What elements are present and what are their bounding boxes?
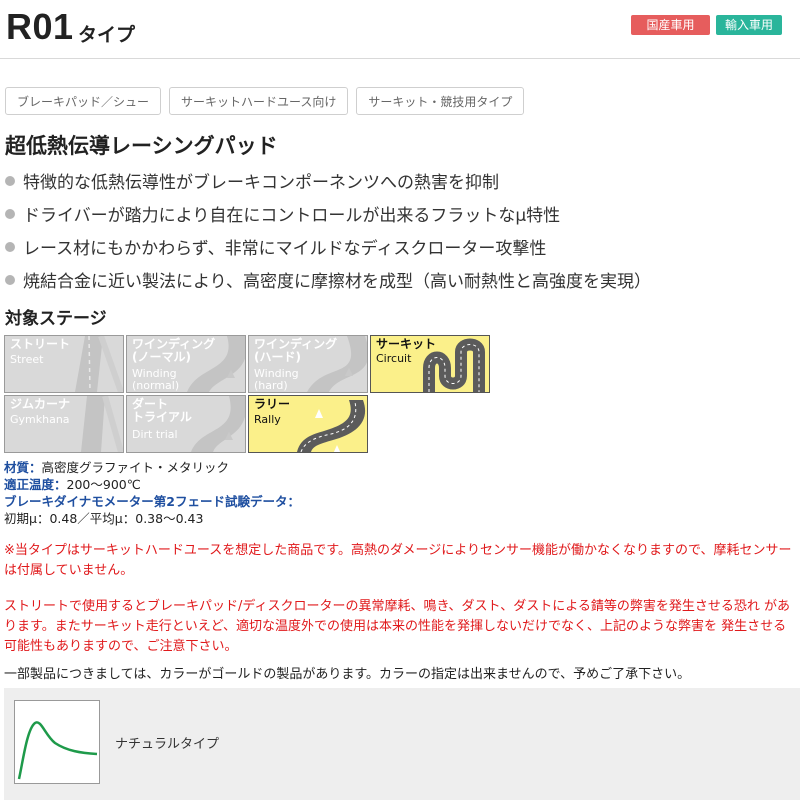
stage-label-en: Winding (normal) <box>132 367 180 392</box>
spec-dyno-value: 初期μ：0.48／平均μ：0.38〜0.43 <box>4 511 204 526</box>
bullet-icon <box>5 175 15 186</box>
stage-rally: ラリー Rally <box>248 395 368 453</box>
feature-text: 特徴的な低熱伝導性がブレーキコンポーネンツへの熱害を抑制 <box>23 173 499 193</box>
badge-import: 輸入車用 <box>716 15 782 35</box>
stage-label-en: Winding (hard) <box>254 367 299 392</box>
tag-circuit-competition[interactable]: サーキット・競技用タイプ <box>356 87 525 115</box>
warning-sensor: ※当タイプはサーキットハードユースを想定した商品です。高熱のダメージによりセンサ… <box>4 543 792 578</box>
feature-item: レース材にもかかわらず、非常にマイルドなディスクローター攻撃性 <box>5 230 651 263</box>
model-name: R01 <box>6 6 74 47</box>
stage-label-jp: ラリー <box>254 397 291 411</box>
stage-label-jp: ワインディング (ハード) <box>254 337 338 364</box>
tag-circuit-hard-use[interactable]: サーキットハードユース向け <box>169 87 349 115</box>
spec-label: 適正温度： <box>4 477 67 492</box>
product-header: R01 タイプ 国産車用 輸入車用 <box>0 0 800 59</box>
stage-section-title: 対象ステージ <box>5 309 107 329</box>
stage-dirt-trial: ダート トライアル Dirt trial <box>126 395 246 453</box>
stage-label-en: Circuit <box>376 352 412 365</box>
spec-dyno-label: ブレーキダイナモメーター第2フェード試験データ： <box>4 494 300 509</box>
stage-grid: ストリート Street ワインディング (ノーマル) Winding (nor… <box>4 335 494 453</box>
stage-label-en: Street <box>10 353 44 366</box>
feature-item: ドライバーが踏力により自在にコントロールが出来るフラットなμ特性 <box>5 197 651 230</box>
stage-label-jp: ワインディング (ノーマル) <box>132 337 216 364</box>
feature-text: ドライバーが踏力により自在にコントロールが出来るフラットなμ特性 <box>23 206 561 226</box>
spec-temperature: 適正温度：200〜900℃ <box>4 476 300 493</box>
warning-street-use: ストリートで使用するとブレーキパッド/ディスクローターの異常摩耗、鳴き、ダスト、… <box>4 599 791 654</box>
stage-label-jp: ストリート <box>10 337 71 351</box>
color-note: 一部製品につきましては、カラーがゴールドの製品があります。カラーの指定は出来ませ… <box>4 667 691 682</box>
friction-curve-icon <box>17 721 98 780</box>
type-label: タイプ <box>78 24 136 46</box>
stage-label-en: Gymkhana <box>10 413 70 426</box>
feature-item: 特徴的な低熱伝導性がブレーキコンポーネンツへの熱害を抑制 <box>5 164 651 197</box>
stage-label-en: Dirt trial <box>132 428 178 441</box>
tag-brake-pad[interactable]: ブレーキパッド／シュー <box>5 87 162 115</box>
stage-winding-normal: ワインディング (ノーマル) Winding (normal) <box>126 335 246 393</box>
stage-label-jp: サーキット <box>376 337 437 351</box>
spec-value: 200〜900℃ <box>66 477 141 492</box>
feature-item: 焼結合金に近い製法により、高密度に摩擦材を成型（高い耐熱性と高強度を実現） <box>5 263 651 296</box>
stage-street: ストリート Street <box>4 335 124 393</box>
spec-block: 材質：高密度グラファイト・メタリック 適正温度：200〜900℃ ブレーキダイナ… <box>4 459 300 527</box>
friction-curve-graph <box>14 700 100 784</box>
spec-label: 材質： <box>4 460 42 475</box>
stage-label-jp: ジムカーナ <box>10 397 71 411</box>
spec-value: 高密度グラファイト・メタリック <box>41 460 230 475</box>
bullet-icon <box>5 208 15 219</box>
feature-text: レース材にもかかわらず、非常にマイルドなディスクローター攻撃性 <box>23 239 547 259</box>
product-headline: 超低熱伝導レーシングパッド <box>5 134 278 158</box>
stage-label-en: Rally <box>254 413 281 426</box>
feature-list: 特徴的な低熱伝導性がブレーキコンポーネンツへの熱害を抑制 ドライバーが踏力により… <box>5 164 651 296</box>
bullet-icon <box>5 274 15 285</box>
category-tags: ブレーキパッド／シュー サーキットハードユース向け サーキット・競技用タイプ <box>5 87 525 115</box>
stage-winding-hard: ワインディング (ハード) Winding (hard) <box>248 335 368 393</box>
feature-text: 焼結合金に近い製法により、高密度に摩擦材を成型（高い耐熱性と高強度を実現） <box>23 272 651 292</box>
stage-circuit: サーキット Circuit <box>370 335 490 393</box>
stage-gymkhana: ジムカーナ Gymkhana <box>4 395 124 453</box>
stage-label-jp: ダート トライアル <box>132 397 192 424</box>
bullet-icon <box>5 241 15 252</box>
curve-type-label: ナチュラルタイプ <box>115 737 220 752</box>
spec-material: 材質：高密度グラファイト・メタリック <box>4 459 300 476</box>
badge-domestic: 国産車用 <box>631 15 710 35</box>
